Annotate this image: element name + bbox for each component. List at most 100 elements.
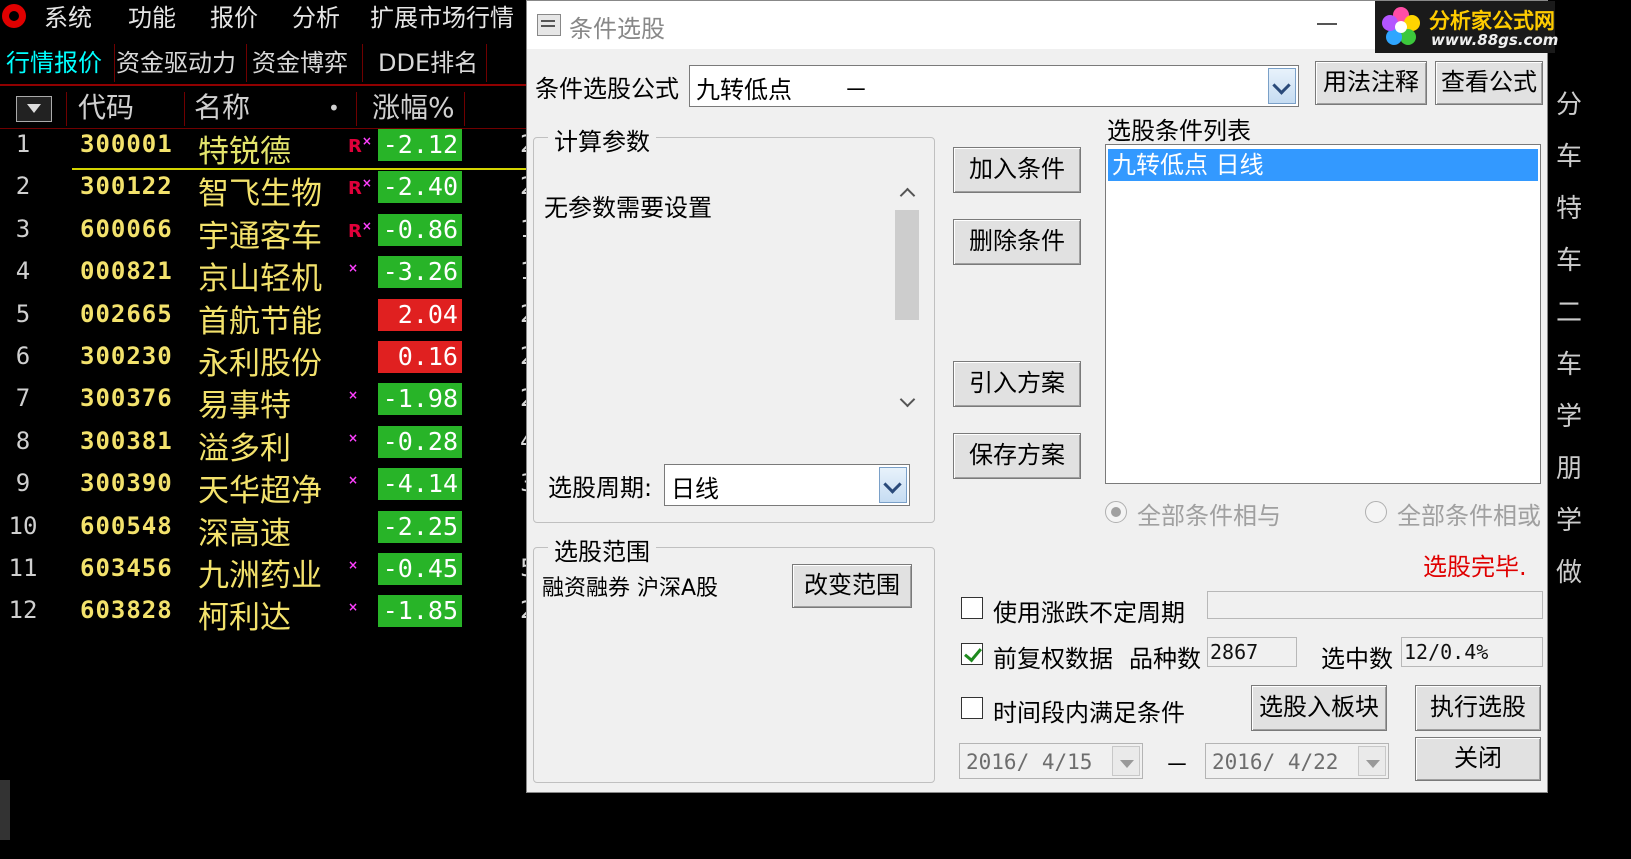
background-char: 学 — [1556, 402, 1583, 432]
background-char: 特 — [1556, 194, 1583, 224]
date-from-picker[interactable]: 2016/ 4/15 — [959, 743, 1143, 779]
minimize-icon[interactable] — [1317, 23, 1337, 25]
period-select[interactable]: 日线 — [664, 464, 910, 506]
stock-code: 300376 — [80, 384, 173, 413]
close-button[interactable]: 关闭 — [1415, 737, 1541, 781]
table-row[interactable]: 5002665首航节能×2.042 — [0, 294, 560, 340]
row-index: 11 — [8, 554, 38, 582]
import-plan-button[interactable]: 引入方案 — [953, 361, 1081, 407]
app-logo-icon — [2, 4, 26, 28]
chevron-down-icon[interactable] — [1358, 746, 1386, 776]
background-char: 学 — [1556, 506, 1583, 536]
period-value: 日线 — [671, 475, 719, 503]
stock-code: 002665 — [80, 299, 173, 328]
header-divider — [464, 92, 465, 126]
chevron-down-icon[interactable] — [1268, 68, 1296, 104]
formula-select[interactable]: 九转低点 － — [689, 65, 1299, 107]
change-percent: -1.85 — [378, 595, 462, 628]
table-row[interactable]: 4000821京山轻机×-3.261 — [0, 251, 560, 298]
row-index: 9 — [15, 469, 31, 498]
menu-function[interactable]: 功能 — [128, 2, 176, 34]
date-to-picker[interactable]: 2016/ 4/22 — [1205, 743, 1389, 779]
condition-list-item[interactable]: 九转低点 日线 — [1108, 149, 1538, 181]
margin-mark-icon: R× — [348, 176, 372, 200]
variable-period-checkbox[interactable] — [961, 597, 983, 619]
save-plan-button[interactable]: 保存方案 — [953, 433, 1081, 479]
status-text: 选股完毕. — [1423, 553, 1527, 581]
stock-name: 柯利达 — [198, 600, 291, 637]
row-index: 4 — [15, 257, 31, 286]
row-index: 5 — [15, 299, 31, 328]
menu-system[interactable]: 系统 — [44, 2, 92, 34]
table-row[interactable]: 9300390天华超净×-4.143 — [0, 463, 560, 509]
delete-condition-button[interactable]: 删除条件 — [953, 219, 1081, 265]
scroll-down-icon[interactable] — [899, 391, 916, 408]
tab-fund-drive[interactable]: 资金驱动力 — [112, 44, 247, 82]
table-row[interactable]: 7300376易事特×-1.982 — [0, 378, 560, 424]
table-row[interactable]: 8300381溢多利×-0.284 — [0, 421, 560, 467]
stock-code: 300122 — [80, 172, 173, 201]
forward-adjust-label: 前复权数据 — [993, 645, 1113, 673]
margin-mark-icon: × — [348, 600, 359, 615]
chevron-down-icon[interactable] — [879, 467, 907, 503]
view-formula-button[interactable]: 查看公式 — [1435, 61, 1543, 105]
menu-extended-market[interactable]: 扩展市场行情 — [370, 2, 514, 34]
select-to-block-button[interactable]: 选股入板块 — [1251, 685, 1387, 731]
menu-analysis[interactable]: 分析 — [292, 2, 340, 34]
all-and-radio[interactable] — [1105, 501, 1127, 523]
params-scrollbar[interactable] — [892, 178, 922, 418]
scroll-up-icon[interactable] — [899, 187, 916, 204]
table-row[interactable]: 11603456九洲药业×-0.455 — [0, 548, 560, 594]
header-change[interactable]: 涨幅% — [372, 88, 455, 128]
column-menu-dropdown-icon[interactable] — [16, 96, 52, 122]
tab-fund-game[interactable]: 资金博弈 — [248, 44, 363, 82]
change-percent: -0.28 — [378, 425, 462, 458]
condition-list[interactable]: 九转低点 日线 — [1105, 144, 1541, 484]
change-percent: -3.26 — [378, 256, 462, 289]
all-or-radio[interactable] — [1365, 501, 1387, 523]
table-row[interactable]: 1300001特锐德R×-2.122 — [0, 124, 560, 170]
mark-letter: R — [348, 220, 362, 242]
margin-mark-icon: × — [348, 388, 359, 403]
background-char: 车 — [1556, 350, 1583, 380]
table-row[interactable]: 2300122智飞生物R×-2.402 — [0, 166, 560, 212]
header-divider — [66, 92, 67, 126]
stock-name: 深高速 — [198, 515, 291, 552]
all-or-label: 全部条件相或 — [1397, 502, 1541, 530]
stock-name: 京山轻机 — [198, 261, 322, 298]
row-index: 12 — [8, 596, 38, 625]
stock-code: 300390 — [80, 469, 173, 498]
scrollbar-thumb[interactable] — [895, 210, 919, 320]
brand-watermark: 分析家公式网 www.88gs.com — [1375, 1, 1559, 53]
table-row[interactable]: 6300230永利股份×0.162 — [0, 336, 560, 382]
tab-dde-rank[interactable]: DDE排名 — [374, 44, 487, 82]
background-char: 车 — [1556, 246, 1583, 276]
table-row[interactable]: 3600066宇通客车R×-0.861 — [0, 209, 560, 255]
time-range-checkbox[interactable] — [961, 697, 983, 719]
change-percent: -2.25 — [378, 510, 462, 543]
variety-count-field: 2867 — [1207, 637, 1297, 667]
period-label: 选股周期: — [548, 474, 653, 502]
header-code[interactable]: 代码 — [78, 88, 134, 128]
usage-notes-button[interactable]: 用法注释 — [1315, 61, 1427, 105]
selected-count-label: 选中数 — [1321, 645, 1393, 673]
tab-quotes[interactable]: 行情报价 — [2, 44, 115, 82]
brand-url: www.88gs.com — [1431, 31, 1559, 49]
chevron-down-icon[interactable] — [1112, 746, 1140, 776]
execute-button[interactable]: 执行选股 — [1415, 685, 1541, 731]
stock-code: 600066 — [80, 214, 173, 243]
background-char: 做 — [1556, 558, 1583, 588]
background-char: 二 — [1556, 298, 1583, 328]
change-percent: -2.12 — [378, 129, 462, 161]
row-index: 1 — [15, 130, 31, 158]
add-condition-button[interactable]: 加入条件 — [953, 147, 1081, 193]
forward-adjust-checkbox[interactable] — [961, 643, 983, 665]
row-index: 10 — [8, 511, 38, 540]
formula-label: 条件选股公式 — [535, 75, 679, 103]
menu-quote[interactable]: 报价 — [210, 2, 258, 34]
table-row[interactable]: 10600548深高速×-2.25 — [0, 506, 560, 552]
change-scope-button[interactable]: 改变范围 — [792, 564, 912, 608]
table-row[interactable]: 12603828柯利达×-1.852 — [0, 590, 560, 637]
margin-mark-icon: R× — [348, 218, 372, 242]
header-name[interactable]: 名称 — [194, 88, 250, 128]
